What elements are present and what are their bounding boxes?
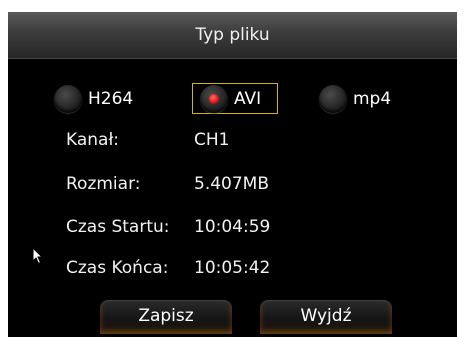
radio-button-mp4[interactable]: [319, 85, 347, 113]
start-time-label: Czas Startu:: [66, 217, 170, 237]
radio-option-avi[interactable]: AVI: [200, 84, 261, 114]
radio-option-h264[interactable]: H264: [54, 84, 133, 114]
radio-button-avi[interactable]: [200, 85, 228, 113]
exit-button[interactable]: Wyjdź: [260, 300, 392, 334]
radio-option-mp4[interactable]: mp4: [319, 84, 391, 114]
channel-label: Kanał:: [66, 130, 120, 150]
end-time-label: Czas Końca:: [66, 258, 169, 278]
radio-label-avi: AVI: [234, 89, 262, 109]
channel-value: CH1: [194, 130, 230, 150]
file-type-dialog: Typ pliku H264 AVI mp4 Kanał: CH1 Rozmia…: [8, 12, 457, 337]
radio-label-h264: H264: [88, 89, 134, 109]
radio-button-h264[interactable]: [54, 85, 82, 113]
radio-label-mp4: mp4: [353, 89, 392, 109]
dialog-title: Typ pliku: [195, 25, 270, 45]
size-label: Rozmiar:: [66, 174, 141, 194]
start-time-value: 10:04:59: [194, 217, 271, 237]
end-time-value: 10:05:42: [194, 258, 271, 278]
size-value: 5.407MB: [194, 174, 269, 194]
dialog-title-bar: Typ pliku: [8, 12, 457, 59]
save-button[interactable]: Zapisz: [100, 300, 232, 334]
mouse-pointer-icon: [32, 247, 44, 265]
